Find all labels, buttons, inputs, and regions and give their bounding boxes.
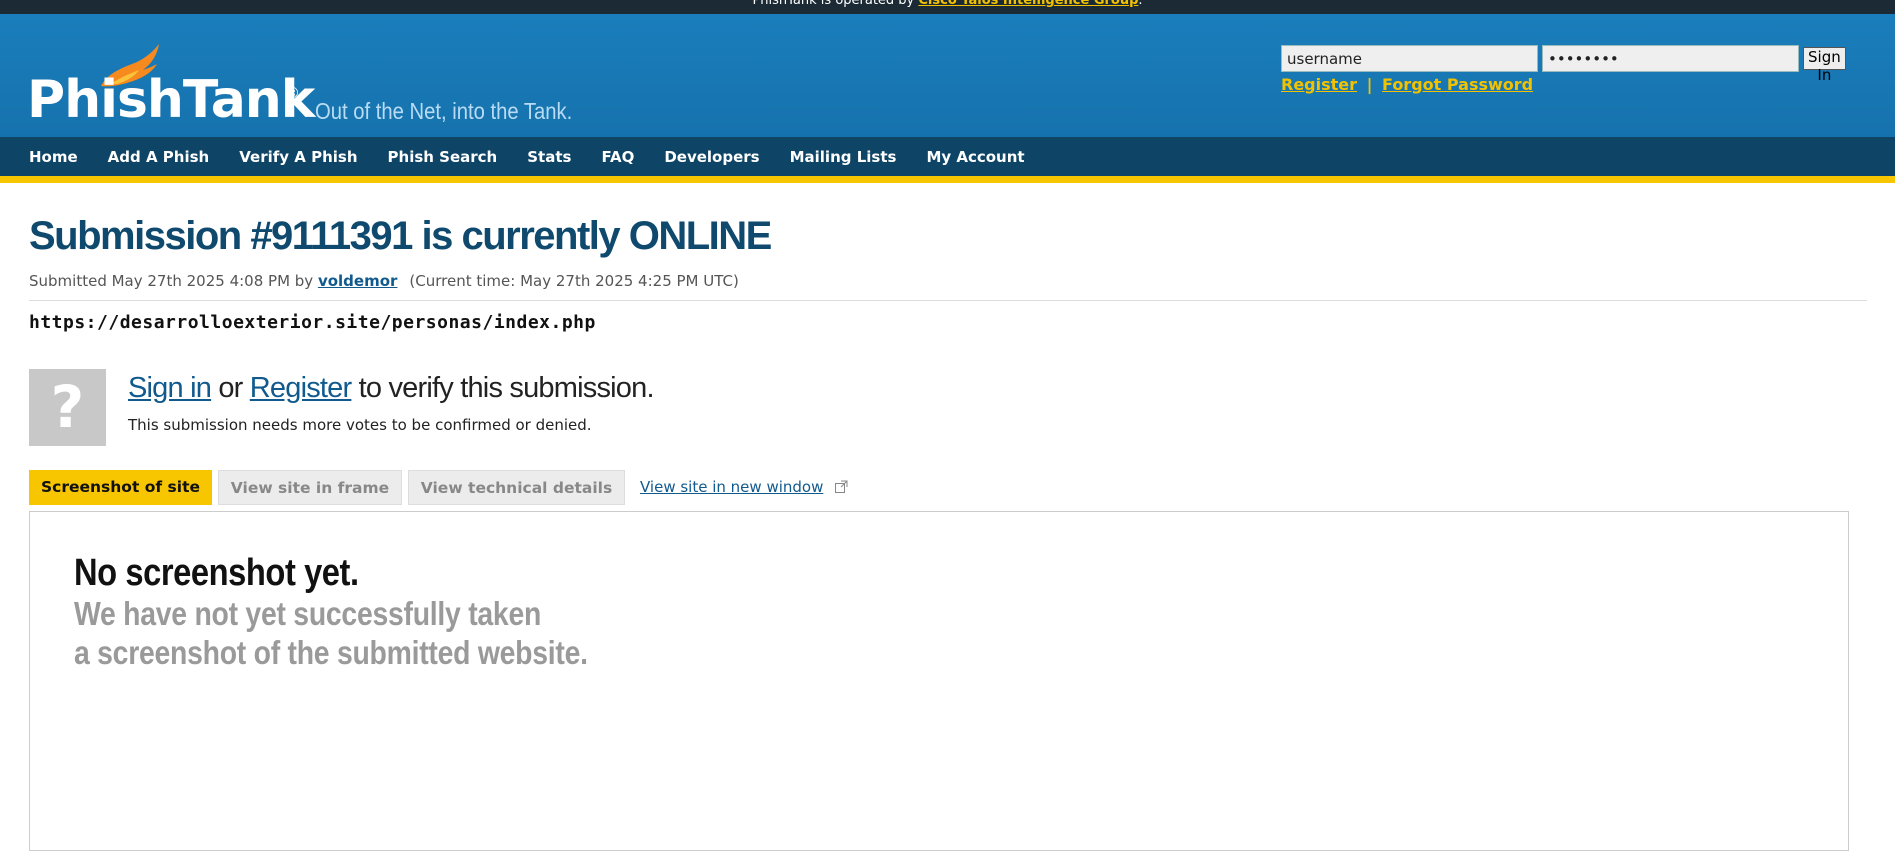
submission-status: is currently ONLINE: [411, 214, 772, 258]
main-nav: Home Add A Phish Verify A Phish Phish Se…: [0, 137, 1895, 183]
verify-rest-text: to verify this submission.: [351, 372, 655, 404]
submitted-text: Submitted May 27th 2025 4:08 PM by: [29, 272, 318, 290]
submission-number: Submission #9111391: [29, 214, 413, 258]
question-mark-icon: ?: [29, 369, 106, 446]
page-title: Submission #9111391 is currently ONLINE: [29, 213, 1895, 259]
sign-in-button[interactable]: Sign In: [1803, 47, 1846, 84]
login-links: Register | Forgot Password: [1281, 75, 1533, 94]
tab-screenshot[interactable]: Screenshot of site: [29, 470, 212, 505]
divider: [29, 300, 1867, 301]
register-link[interactable]: Register: [1281, 75, 1357, 94]
phishtank-logo[interactable]: PhishTank ® Out of the Net, into the Tan…: [27, 42, 627, 130]
view-tabs: Screenshot of site View site in frame Vi…: [29, 470, 1895, 505]
verify-prompt: Sign in or Register to verify this submi…: [128, 372, 655, 405]
forgot-password-link[interactable]: Forgot Password: [1382, 75, 1533, 94]
or-text: or: [211, 372, 250, 404]
submission-meta: Submitted May 27th 2025 4:08 PM by volde…: [29, 272, 1895, 290]
verify-sign-in-link[interactable]: Sign in: [128, 372, 212, 404]
verify-register-link[interactable]: Register: [250, 372, 352, 404]
submitted-url: https://desarrolloexterior.site/personas…: [29, 312, 596, 333]
registered-mark: ®: [285, 84, 300, 102]
talos-link[interactable]: Cisco Talos Intelligence Group: [918, 0, 1138, 8]
username-input[interactable]: [1281, 45, 1538, 72]
nav-stats[interactable]: Stats: [527, 148, 571, 166]
tab-view-in-frame[interactable]: View site in frame: [218, 470, 402, 505]
announcement-suffix: .: [1138, 0, 1143, 8]
password-input[interactable]: [1542, 45, 1799, 72]
site-header: PhishTank ® Out of the Net, into the Tan…: [0, 14, 1895, 137]
verify-subtext: This submission needs more votes to be c…: [128, 416, 592, 434]
main-content: Submission #9111391 is currently ONLINE …: [0, 213, 1895, 505]
new-window-link-wrap: View site in new window: [640, 470, 848, 505]
nav-home[interactable]: Home: [29, 148, 78, 166]
view-new-window-link[interactable]: View site in new window: [640, 478, 823, 496]
nav-developers[interactable]: Developers: [664, 148, 759, 166]
tab-technical-details[interactable]: View technical details: [408, 470, 625, 505]
no-screenshot-heading: No screenshot yet.: [74, 552, 359, 594]
current-time: (Current time: May 27th 2025 4:25 PM UTC…: [409, 272, 739, 290]
nav-phish-search[interactable]: Phish Search: [388, 148, 498, 166]
nav-faq[interactable]: FAQ: [601, 148, 634, 166]
submitter-link[interactable]: voldemor: [318, 272, 397, 290]
link-separator: |: [1366, 75, 1373, 94]
verify-box: ? Sign in or Register to verify this sub…: [29, 369, 1895, 446]
screenshot-panel: No screenshot yet. We have not yet succe…: [29, 511, 1849, 851]
no-screenshot-message: No screenshot yet. We have not yet succe…: [74, 552, 588, 672]
nav-verify-a-phish[interactable]: Verify A Phish: [239, 148, 357, 166]
nav-my-account[interactable]: My Account: [926, 148, 1024, 166]
no-screenshot-line-2: a screenshot of the submitted website.: [74, 634, 588, 671]
nav-mailing-lists[interactable]: Mailing Lists: [790, 148, 897, 166]
logo-wordmark: PhishTank: [27, 70, 315, 130]
external-link-icon[interactable]: [835, 480, 848, 493]
nav-add-a-phish[interactable]: Add A Phish: [108, 148, 210, 166]
no-screenshot-line-1: We have not yet successfully taken: [74, 595, 542, 632]
logo-tagline: Out of the Net, into the Tank.: [315, 98, 573, 124]
top-announcement-bar: PhishTank is operated by Cisco Talos Int…: [0, 0, 1895, 14]
announcement-text: PhishTank is operated by: [752, 0, 919, 8]
